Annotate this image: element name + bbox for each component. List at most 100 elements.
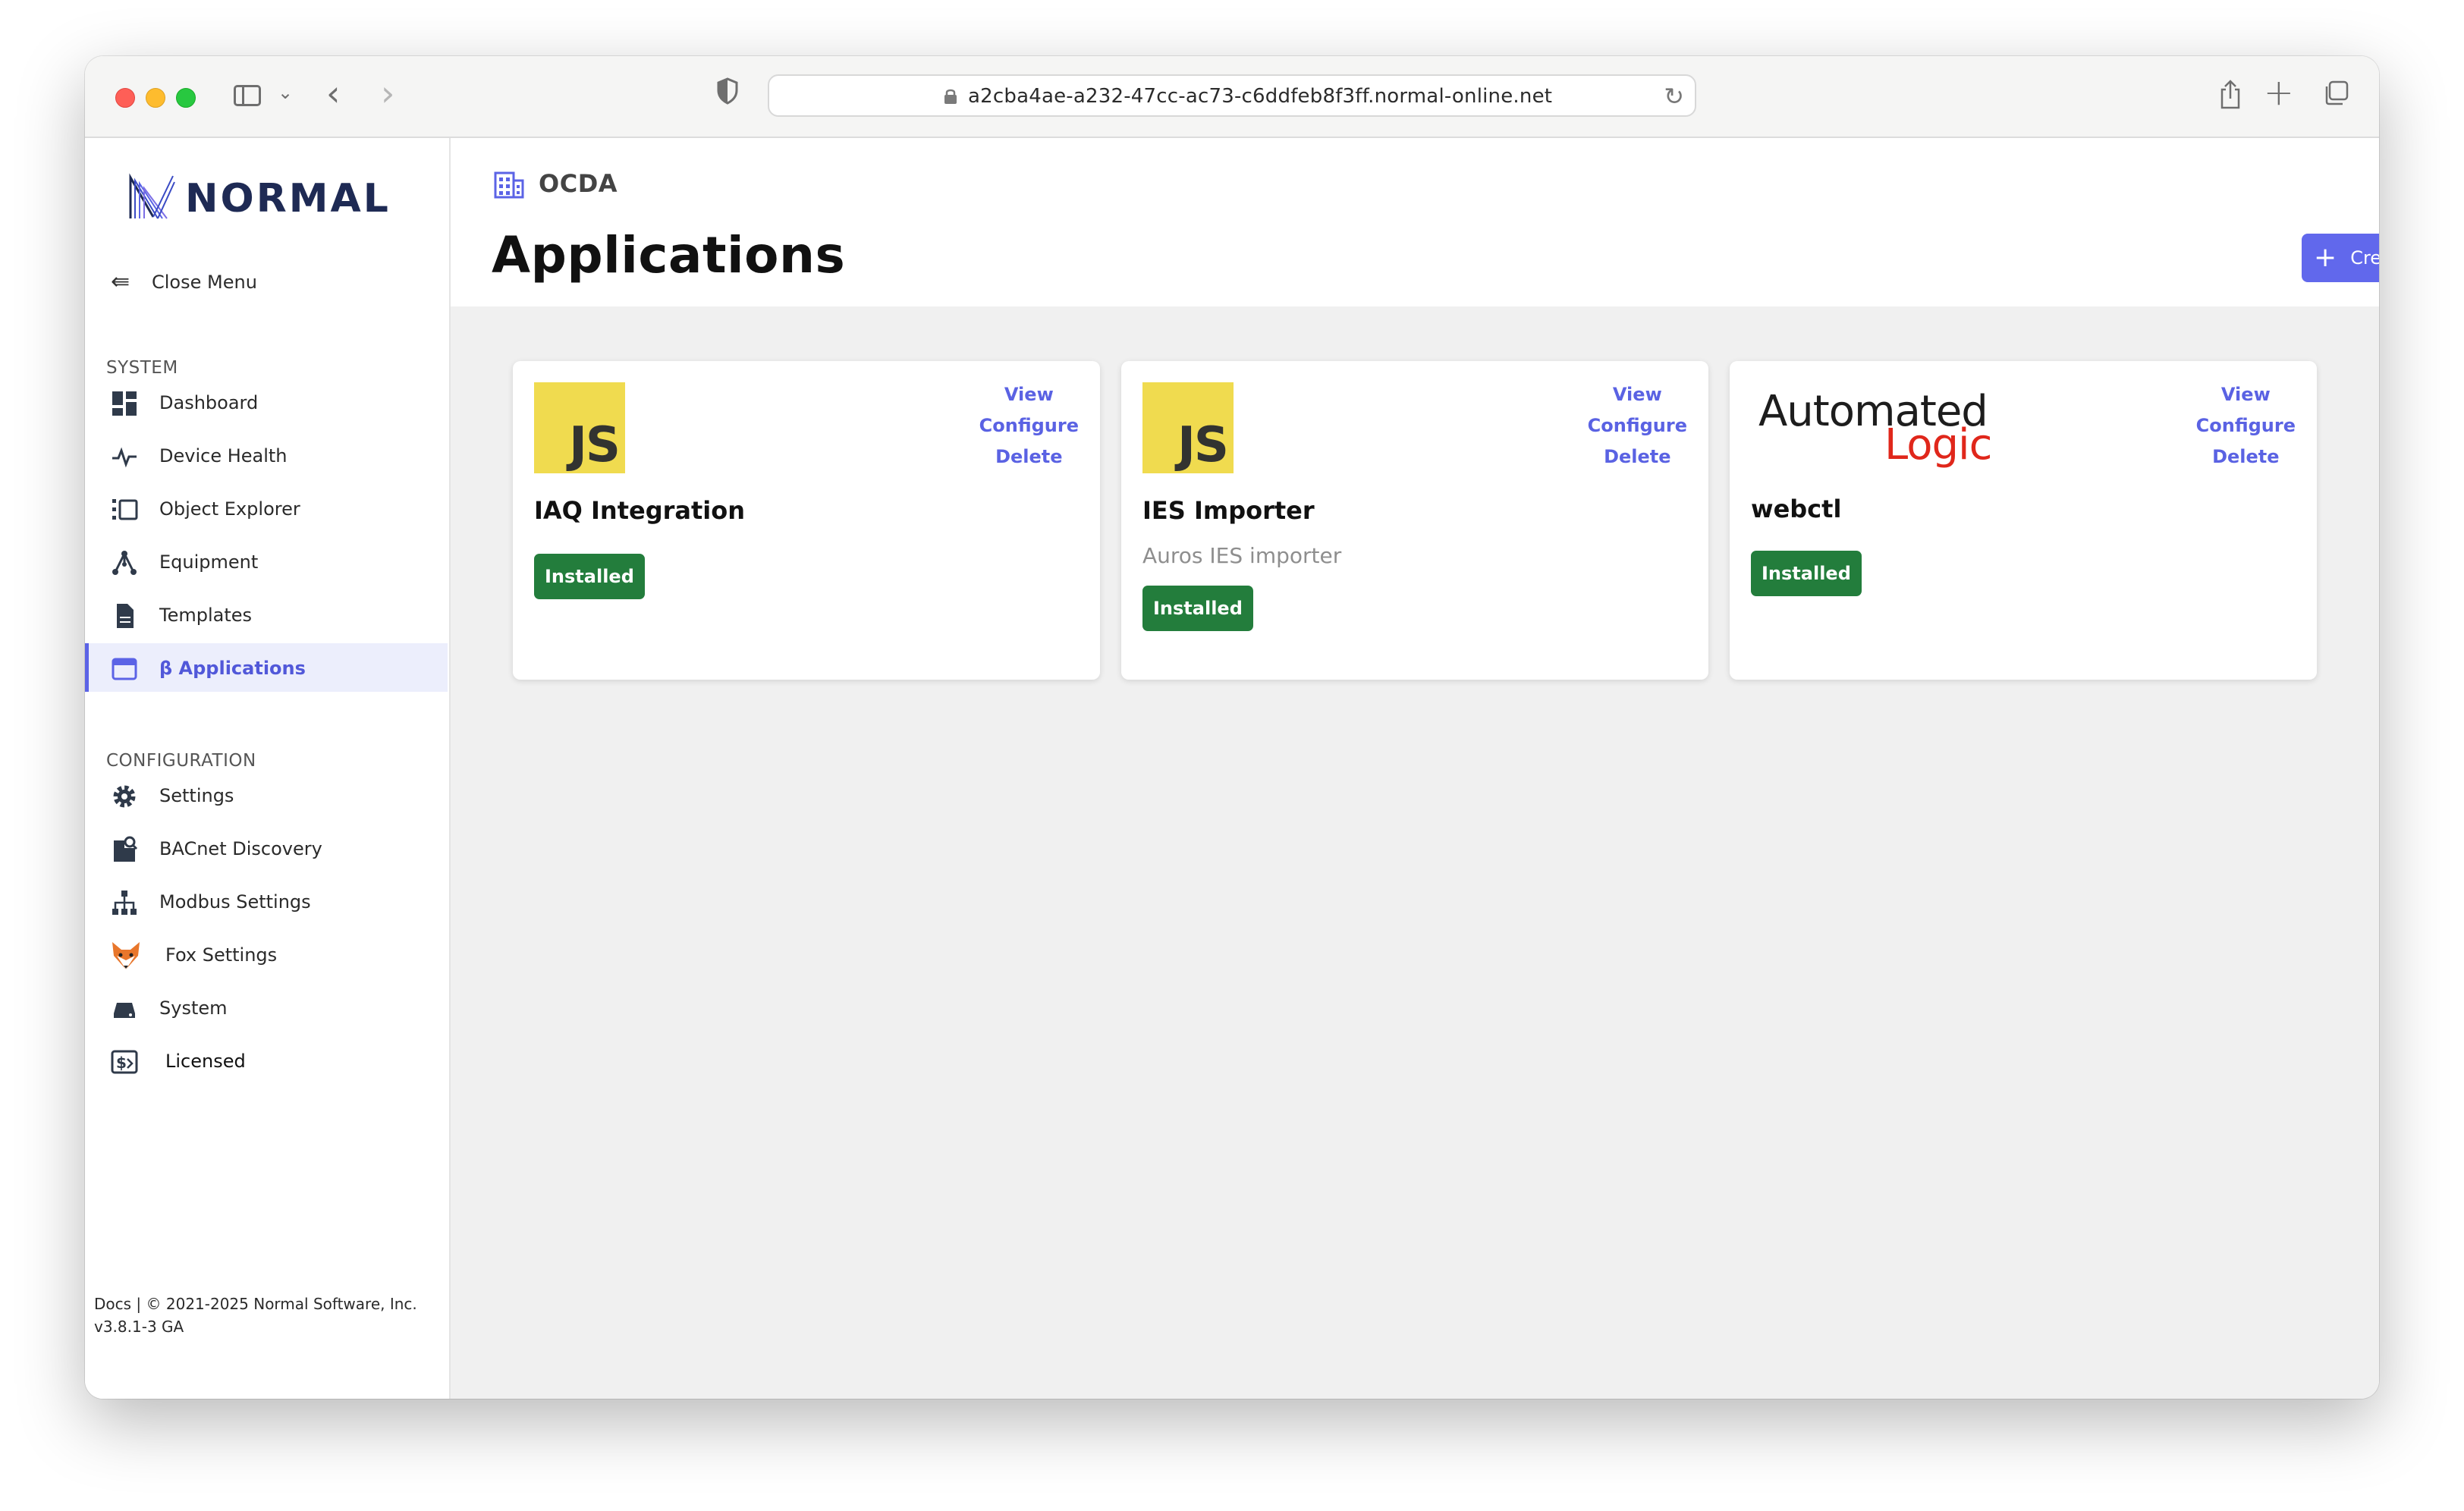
- close-menu-button[interactable]: ⇚ Close Menu: [111, 267, 257, 297]
- normal-logo-mark-icon: [129, 173, 175, 219]
- sidebar-item-modbus-settings[interactable]: Modbus Settings: [85, 877, 448, 925]
- delete-link[interactable]: Delete: [1588, 441, 1687, 473]
- sidebar-item-label: Templates: [159, 605, 253, 626]
- plus-icon: +: [2314, 242, 2337, 273]
- javascript-logo-icon: JS: [534, 382, 625, 473]
- application-description: Auros IES importer: [1142, 543, 1342, 568]
- address-bar[interactable]: a2cba4ae-a232-47cc-ac73-c6ddfeb8f3ff.nor…: [768, 74, 1696, 117]
- browser-window-icon: [112, 658, 137, 680]
- sidebar-item-device-health[interactable]: Device Health: [85, 431, 448, 479]
- browser-toolbar: ⌄ ‹ › a2cba4ae-a232-47cc-ac73-c6ddfeb8f3…: [85, 56, 2379, 138]
- sidebar-item-label: Fox Settings: [165, 944, 278, 966]
- sidebar: NORMAL ⇚ Close Menu SYSTEM Dashboard Dev…: [85, 138, 451, 1399]
- minimize-window-button[interactable]: [146, 88, 165, 108]
- sidebar-item-label: Equipment: [159, 551, 259, 573]
- application-card-ies-importer: JS View Configure Delete IES Importer Au…: [1121, 361, 1708, 680]
- sidebar-footer: Docs | © 2021-2025 Normal Software, Inc.…: [94, 1293, 417, 1338]
- create-button-label: Create: [2350, 247, 2379, 269]
- shield-icon[interactable]: [716, 77, 739, 105]
- share-icon[interactable]: [2220, 79, 2241, 109]
- close-menu-label: Close Menu: [152, 272, 257, 293]
- sidebar-item-label: Settings: [159, 785, 234, 806]
- delete-link[interactable]: Delete: [2196, 441, 2296, 473]
- zoom-window-button[interactable]: [176, 88, 196, 108]
- version-text: v3.8.1-3 GA: [94, 1318, 184, 1336]
- javascript-logo-icon: JS: [1142, 382, 1234, 473]
- browser-window: ⌄ ‹ › a2cba4ae-a232-47cc-ac73-c6ddfeb8f3…: [85, 56, 2379, 1399]
- sidebar-item-label: Object Explorer: [159, 498, 300, 520]
- breadcrumb-label: OCDA: [539, 169, 618, 198]
- sidebar-item-equipment[interactable]: Equipment: [85, 537, 448, 586]
- tab-overview-icon[interactable]: [2323, 80, 2349, 106]
- sidebar-item-applications[interactable]: β Applications: [85, 643, 448, 692]
- sidebar-item-label: β Applications: [159, 658, 306, 679]
- configure-link[interactable]: Configure: [979, 410, 1079, 441]
- sidebar-item-templates[interactable]: Templates: [85, 590, 448, 639]
- status-badge: Installed: [1751, 551, 1862, 596]
- copyright-text: Docs | © 2021-2025 Normal Software, Inc.: [94, 1295, 417, 1313]
- create-button[interactable]: + Create: [2302, 234, 2379, 282]
- breadcrumb[interactable]: OCDA: [493, 168, 618, 199]
- sidebar-item-licensed[interactable]: $ Licensed: [85, 1036, 448, 1085]
- card-actions: View Configure Delete: [979, 379, 1079, 473]
- chevron-down-icon[interactable]: ⌄: [278, 82, 293, 103]
- equipment-icon: [112, 551, 137, 575]
- sidebar-item-label: Modbus Settings: [159, 891, 311, 913]
- gear-icon: [113, 785, 136, 808]
- sidebar-item-label: Licensed: [165, 1051, 246, 1072]
- forward-arrow-icon[interactable]: ›: [381, 73, 394, 114]
- sidebar-item-bacnet-discovery[interactable]: BACnet Discovery: [85, 824, 448, 872]
- sidebar-item-fox-settings[interactable]: Fox Settings: [85, 930, 448, 979]
- card-actions: View Configure Delete: [2196, 379, 2296, 473]
- svg-text:$: $: [116, 1054, 127, 1072]
- heartbeat-icon: [112, 447, 137, 468]
- reload-icon[interactable]: ↻: [1664, 82, 1684, 111]
- sidebar-toggle-icon[interactable]: [234, 85, 261, 106]
- close-window-button[interactable]: [115, 88, 135, 108]
- sidebar-item-label: BACnet Discovery: [159, 838, 322, 859]
- sidebar-item-dashboard[interactable]: Dashboard: [85, 378, 448, 426]
- application-name: IES Importer: [1142, 496, 1315, 525]
- object-explorer-icon: [112, 499, 138, 520]
- sidebar-item-settings[interactable]: Settings: [85, 771, 448, 819]
- document-icon: [117, 604, 134, 628]
- application-card-iaq-integration: JS View Configure Delete IAQ Integration…: [513, 361, 1100, 680]
- sidebar-item-system[interactable]: System: [85, 983, 448, 1032]
- fox-icon: [112, 942, 140, 969]
- page-header: OCDA Applications + Create: [451, 138, 2379, 306]
- section-title-system: SYSTEM: [106, 358, 178, 378]
- logo-line-2: Logic: [1884, 420, 1992, 470]
- building-icon: [494, 171, 524, 199]
- delete-link[interactable]: Delete: [979, 441, 1079, 473]
- bacnet-discovery-icon: [114, 836, 138, 862]
- section-title-configuration: CONFIGURATION: [106, 751, 256, 771]
- url-text: a2cba4ae-a232-47cc-ac73-c6ddfeb8f3ff.nor…: [968, 85, 1553, 108]
- configure-link[interactable]: Configure: [1588, 410, 1687, 441]
- app-area: NORMAL ⇚ Close Menu SYSTEM Dashboard Dev…: [85, 138, 2379, 1399]
- status-badge: Installed: [1142, 586, 1253, 631]
- hard-drive-icon: [114, 1003, 135, 1018]
- lock-icon: [944, 89, 957, 104]
- license-icon: $: [111, 1050, 138, 1074]
- sidebar-item-label: System: [159, 997, 228, 1019]
- card-actions: View Configure Delete: [1588, 379, 1687, 473]
- sidebar-item-label: Device Health: [159, 445, 288, 466]
- automated-logic-logo: Automated Logic: [1751, 387, 1992, 470]
- dashboard-icon: [112, 391, 137, 416]
- status-badge: Installed: [534, 554, 645, 599]
- sidebar-item-label: Dashboard: [159, 392, 259, 413]
- application-card-webctl: Automated Logic View Configure Delete we…: [1730, 361, 2317, 680]
- sidebar-item-object-explorer[interactable]: Object Explorer: [85, 484, 448, 532]
- back-arrow-icon[interactable]: ‹: [326, 73, 340, 114]
- view-link[interactable]: View: [1588, 379, 1687, 410]
- logo-text: NORMAL: [185, 176, 391, 221]
- configure-link[interactable]: Configure: [2196, 410, 2296, 441]
- network-tree-icon: [112, 891, 137, 915]
- menu-collapse-icon: ⇚: [111, 269, 130, 295]
- application-name: IAQ Integration: [534, 496, 746, 525]
- page-title: Applications: [492, 226, 846, 284]
- view-link[interactable]: View: [2196, 379, 2296, 410]
- application-name: webctl: [1751, 495, 1842, 523]
- new-tab-icon[interactable]: +: [2264, 71, 2294, 114]
- view-link[interactable]: View: [979, 379, 1079, 410]
